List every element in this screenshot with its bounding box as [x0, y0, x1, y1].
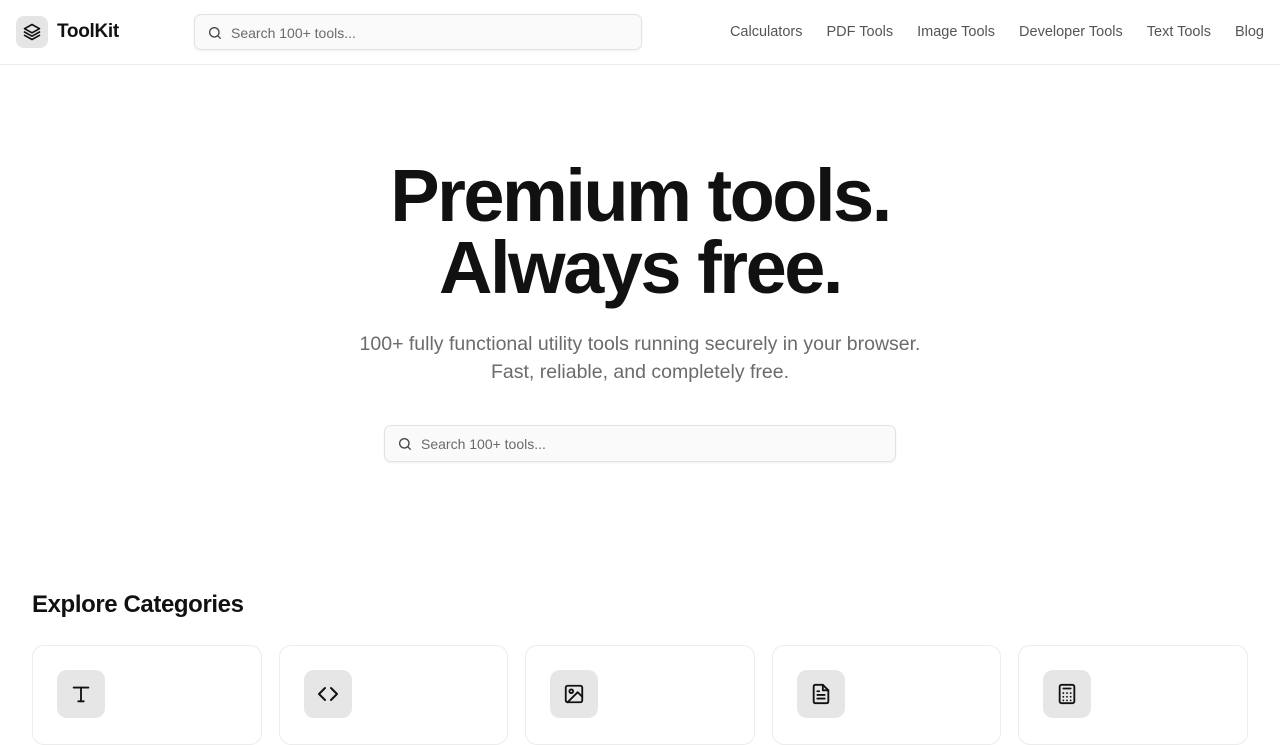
nav-link-image-tools[interactable]: Image Tools: [917, 22, 995, 42]
document-icon: [812, 683, 830, 705]
nav-link-calculators[interactable]: Calculators: [730, 22, 803, 42]
category-card-text[interactable]: [32, 645, 262, 745]
nav-link-pdf-tools[interactable]: PDF Tools: [826, 22, 893, 42]
calculator-icon: [1059, 683, 1076, 705]
category-card-image[interactable]: [525, 645, 755, 745]
code-icon: [317, 687, 338, 701]
brand-name[interactable]: ToolKit: [57, 20, 119, 44]
nav-link-developer-tools[interactable]: Developer Tools: [1019, 22, 1123, 42]
card-icon-box: [1043, 670, 1092, 718]
main-nav: Calculators PDF Tools Image Tools Develo…: [730, 22, 1264, 42]
category-cards: [32, 645, 1248, 745]
nav-link-blog[interactable]: Blog: [1235, 22, 1264, 42]
card-icon-box: [550, 670, 599, 718]
section-title: Explore Categories: [32, 591, 244, 618]
hero-search-input[interactable]: [421, 434, 881, 454]
top-header: ToolKit Calculators PDF Tools Image Tool…: [0, 0, 1280, 65]
category-card-code[interactable]: [278, 645, 509, 745]
hero-search[interactable]: [384, 425, 896, 462]
category-card-document[interactable]: [771, 645, 1002, 745]
search-icon: [209, 27, 221, 39]
logo[interactable]: [16, 16, 48, 48]
layers-icon: [23, 23, 41, 41]
card-icon-box: [796, 670, 845, 718]
category-card-calculator[interactable]: [1018, 645, 1248, 745]
hero-title-line-2: Always free.: [439, 226, 843, 309]
card-icon-box: [303, 670, 352, 718]
hero-title: Premium tools. Always free.: [0, 154, 1280, 309]
hero-title-line-1: Premium tools.: [390, 154, 892, 237]
header-search[interactable]: [194, 14, 642, 50]
nav-link-text-tools[interactable]: Text Tools: [1147, 22, 1211, 42]
hero-subtitle: 100+ fully functional utility tools runn…: [0, 330, 1280, 386]
text-icon: [72, 686, 90, 703]
hero-subtitle-line-2: Fast, reliable, and completely free.: [490, 361, 790, 383]
image-icon: [565, 684, 584, 704]
card-icon-box: [57, 670, 105, 718]
hero-subtitle-line-1: 100+ fully functional utility tools runn…: [359, 333, 921, 355]
header-search-input[interactable]: [231, 23, 631, 43]
search-icon: [399, 438, 411, 450]
